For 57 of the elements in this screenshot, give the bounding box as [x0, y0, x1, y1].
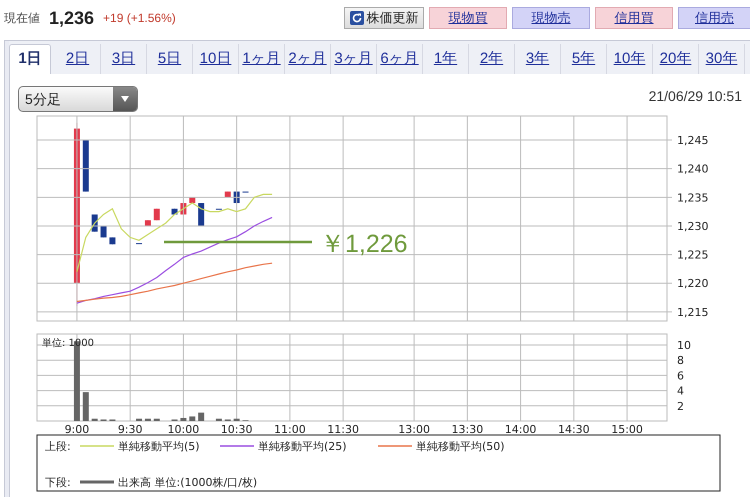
axis-label: 1,240: [677, 162, 708, 176]
axis-label: 1,245: [677, 134, 708, 148]
candlestick: [224, 191, 231, 198]
volume-bar: [234, 418, 240, 421]
axis-label: 1,230: [677, 220, 708, 233]
volume-bar: [92, 418, 98, 421]
current-price: 1,236: [49, 6, 94, 30]
legend-label: 出来高 単位:(1000株/口/枚): [118, 476, 258, 489]
dropdown-arrow-icon: [121, 96, 129, 102]
volume-bar: [136, 418, 142, 421]
candlestick: [216, 208, 222, 210]
axis-label: 2: [677, 400, 684, 413]
candlestick: [172, 208, 178, 215]
axis-label: 8: [677, 354, 684, 368]
axis-label: 9:30: [118, 423, 143, 436]
axis-label: 1,215: [677, 306, 708, 319]
axis-label: 6: [677, 369, 684, 382]
price-change: +19 (+1.56%): [103, 10, 176, 27]
volume-bar: [198, 412, 204, 421]
candlestick: [144, 220, 151, 226]
volume-bar: [144, 418, 151, 421]
timestamp: 21/06/29 10:51: [648, 87, 742, 106]
price-label: 現在値: [4, 10, 40, 27]
candlestick: [136, 243, 142, 244]
legend-group-label: 上段:: [45, 440, 71, 453]
legend-label: 単純移動平均(25): [258, 440, 347, 453]
axis-label: 1,220: [677, 277, 708, 290]
axis-label: 13:00: [398, 423, 430, 436]
axis-label: 11:30: [327, 423, 359, 436]
candlestick: [100, 225, 107, 238]
axis-label: 13:30: [452, 423, 484, 436]
axis-label: 15:00: [611, 423, 643, 436]
refresh-icon: [350, 11, 364, 25]
refresh-button[interactable]: 株価更新: [344, 7, 424, 29]
legend-label: 単純移動平均(50): [416, 440, 505, 453]
volume-bar: [154, 418, 160, 421]
legend-label: 単純移動平均(5): [118, 440, 200, 453]
legend-swatch: [80, 480, 114, 484]
volume-bar: [216, 418, 222, 421]
axis-label: 9:00: [64, 423, 90, 436]
interval-dropdown[interactable]: 5分足: [18, 86, 138, 112]
period-tab[interactable]: 1日: [9, 44, 51, 74]
price-marker-label: ￥1,226: [320, 230, 408, 258]
legend-group-label: 下段:: [45, 476, 71, 489]
axis-label: 14:30: [558, 423, 590, 436]
axis-label: 10:00: [168, 423, 200, 436]
axis-label: 14:00: [504, 423, 536, 436]
volume-bar: [180, 418, 186, 421]
axis-label: 10: [677, 339, 691, 352]
volume-bar: [189, 416, 196, 421]
axis-label: 11:00: [274, 423, 306, 436]
axis-label: 1,225: [677, 248, 708, 262]
candlestick: [198, 202, 204, 226]
axis-label: 10:30: [220, 423, 252, 436]
candlestick: [242, 192, 249, 193]
axis-label: 1,235: [677, 191, 708, 204]
axis-label: 4: [677, 384, 684, 398]
